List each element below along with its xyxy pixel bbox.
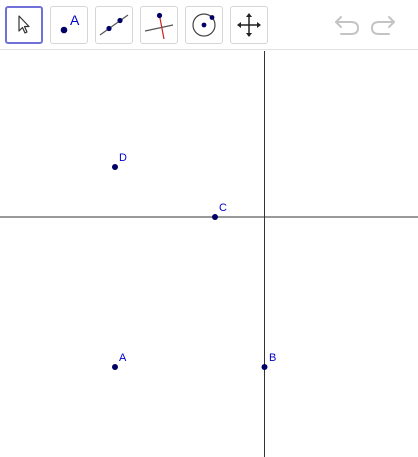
toolbar: A (0, 0, 418, 50)
circle-tool-button[interactable] (185, 6, 223, 44)
geometry-app: A D C A B (0, 0, 418, 457)
circle-icon (192, 13, 216, 37)
point-d[interactable]: D (112, 152, 127, 170)
point-b-label: B (269, 352, 276, 364)
undo-button[interactable] (332, 12, 362, 38)
redo-button[interactable] (368, 12, 398, 38)
perpendicular-line-tool-button[interactable] (140, 6, 178, 44)
perpendicular-line-icon (144, 12, 174, 40)
point-d-dot[interactable] (112, 164, 118, 170)
line-tool-button[interactable] (95, 6, 133, 44)
redo-icon (370, 16, 395, 35)
point-c-dot[interactable] (212, 214, 218, 220)
move-graphics-icon (237, 13, 261, 37)
point-tool-label: A (70, 12, 80, 28)
move-tool-button[interactable] (5, 6, 43, 44)
point-c-label: C (219, 202, 227, 214)
point-a-label: A (119, 352, 127, 364)
point-a[interactable]: A (112, 352, 127, 370)
point-tool-button[interactable]: A (50, 6, 88, 44)
point-a-dot[interactable] (112, 364, 118, 370)
undo-icon (335, 16, 360, 35)
point-icon: A (60, 12, 80, 34)
graphics-view[interactable]: D C A B (0, 51, 418, 457)
point-d-label: D (119, 152, 127, 164)
point-b-dot[interactable] (261, 364, 268, 370)
graphics-canvas[interactable]: D C A B (0, 51, 418, 457)
move-cursor-icon (18, 15, 30, 34)
move-graphics-tool-button[interactable] (230, 6, 268, 44)
line-icon (99, 14, 129, 36)
point-b[interactable]: B (261, 352, 277, 370)
